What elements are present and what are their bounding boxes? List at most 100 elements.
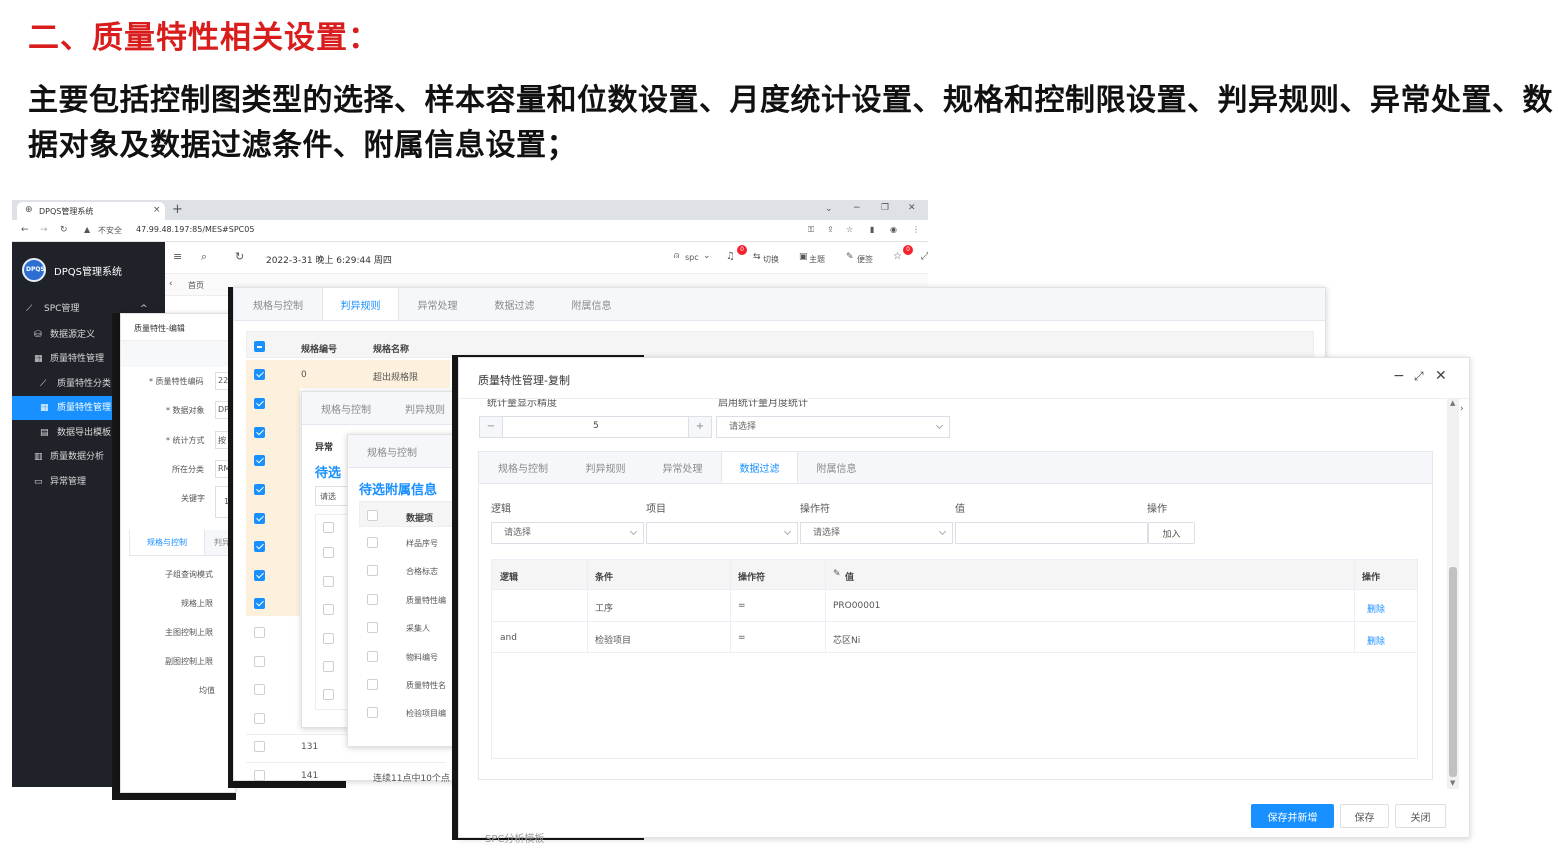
search-icon[interactable]: ⌕ — [201, 250, 207, 264]
pen-icon[interactable]: ✎ — [846, 252, 854, 262]
anomaly-checkbox[interactable] — [323, 547, 334, 558]
note-button[interactable]: 便签 — [857, 254, 873, 265]
bookmark-icon[interactable]: ☆ — [846, 225, 853, 234]
menu-icon[interactable]: ⋮ — [912, 225, 920, 234]
attach-checkbox[interactable] — [367, 565, 378, 576]
copy-tab-filter[interactable]: 数据过滤 — [721, 452, 798, 483]
minimize-icon[interactable]: − — [853, 203, 861, 213]
save-button[interactable]: 保存 — [1340, 804, 1389, 828]
save-and-new-button[interactable]: 保存并新增 — [1251, 804, 1334, 828]
row-checkbox[interactable] — [254, 369, 265, 380]
copy-tab-rules[interactable]: 判异规则 — [567, 452, 644, 483]
profile-icon[interactable]: ◉ — [890, 225, 897, 234]
row-checkbox[interactable] — [254, 427, 265, 438]
sidebar-icon[interactable]: ▮ — [870, 225, 874, 234]
attach-checkbox[interactable] — [367, 651, 378, 662]
maximize-icon[interactable]: ⤢ — [1414, 369, 1424, 384]
star-icon[interactable]: ☆ — [893, 251, 902, 262]
attach-tab-spec[interactable]: 规格与控制 — [348, 435, 436, 467]
filter-operator-select[interactable]: 请选择 — [800, 522, 953, 544]
forward-icon[interactable]: → — [40, 225, 48, 235]
anomaly-checkbox[interactable] — [323, 689, 334, 700]
theme-button[interactable]: 主题 — [809, 254, 825, 265]
switch-icon[interactable]: ⇆ — [753, 252, 761, 262]
row-checkbox[interactable] — [254, 656, 265, 667]
anomaly-checkbox[interactable] — [323, 576, 334, 587]
stepper-plus-button[interactable]: + — [688, 417, 711, 437]
user-icon[interactable]: ⍝ — [674, 251, 679, 261]
refresh-icon[interactable]: ↻ — [235, 250, 244, 263]
monthly-stat-select[interactable]: 请选择 — [716, 416, 950, 438]
attach-checkbox[interactable] — [367, 622, 378, 633]
browser-tab[interactable]: ⊕ DPQS管理系统 × — [17, 202, 165, 220]
filter-logic-select[interactable]: 请选择 — [491, 522, 644, 544]
switch-button[interactable]: 切换 — [763, 254, 779, 265]
add-filter-button[interactable]: 加入 — [1148, 522, 1195, 544]
anomaly-checkbox[interactable] — [323, 604, 334, 615]
close-button[interactable]: 关闭 — [1395, 804, 1446, 828]
row-checkbox[interactable] — [254, 598, 265, 609]
maximize-icon[interactable]: ❐ — [881, 203, 889, 213]
bell-icon[interactable]: ♫ — [726, 251, 735, 262]
reload-icon[interactable]: ↻ — [60, 225, 68, 235]
rules-tab-rules[interactable]: 判异规则 — [322, 288, 399, 320]
stepper-minus-button[interactable]: − — [480, 417, 503, 437]
attach-checkbox[interactable] — [367, 679, 378, 690]
row-checkbox[interactable] — [254, 684, 265, 695]
theme-icon[interactable]: ▣ — [799, 252, 808, 262]
anomaly-checkbox[interactable] — [323, 633, 334, 644]
row-checkbox[interactable] — [254, 627, 265, 638]
edit-tab-spec[interactable]: 规格与控制 — [129, 530, 205, 555]
minimize-icon[interactable]: − — [1393, 368, 1405, 384]
row-checkbox[interactable] — [254, 741, 265, 752]
attach-checkbox[interactable] — [367, 594, 378, 605]
anomaly-tab-spec[interactable]: 规格与控制 — [302, 392, 390, 424]
row-checkbox[interactable] — [254, 398, 265, 409]
row-checkbox[interactable] — [254, 713, 265, 724]
security-label[interactable]: 不安全 — [98, 225, 122, 236]
row-checkbox[interactable] — [254, 484, 265, 495]
url-field[interactable]: 47.99.48.197:85/MES#SPC05 — [136, 225, 254, 234]
row-checkbox[interactable] — [254, 570, 265, 581]
chevron-down-icon[interactable]: ⌄ — [825, 204, 833, 214]
sidebar-item-quality-manage[interactable]: ▦ 质量特性管理 — [12, 396, 112, 420]
rules-tab-attach[interactable]: 附属信息 — [553, 288, 630, 320]
scroll-down-icon[interactable]: ▼ — [1450, 779, 1455, 787]
rules-tab-filter[interactable]: 数据过滤 — [476, 288, 553, 320]
delete-row-link[interactable]: 删除 — [1367, 602, 1385, 615]
chevron-down-icon[interactable]: ⌄ — [703, 251, 711, 261]
chevron-left-icon[interactable]: ‹ — [169, 279, 173, 289]
scroll-up-icon[interactable]: ▲ — [1450, 399, 1455, 407]
row-checkbox[interactable] — [254, 455, 265, 466]
precision-stepper[interactable]: − 5 + — [479, 416, 712, 438]
close-icon[interactable]: ✕ — [1435, 368, 1447, 384]
back-icon[interactable]: ← — [21, 225, 29, 235]
filter-value-input[interactable] — [955, 522, 1148, 544]
share-icon[interactable]: ⇪ — [827, 225, 834, 234]
copy-tab-attach[interactable]: 附属信息 — [798, 452, 875, 483]
anomaly-checkbox[interactable] — [323, 661, 334, 672]
row-checkbox[interactable] — [254, 513, 265, 524]
scrollbar-thumb[interactable] — [1449, 567, 1457, 777]
close-window-icon[interactable]: ✕ — [908, 203, 916, 213]
copy-tab-anomaly[interactable]: 异常处理 — [644, 452, 721, 483]
row-checkbox[interactable] — [254, 541, 265, 552]
select-all-checkbox[interactable] — [254, 341, 265, 352]
close-tab-icon[interactable]: × — [153, 205, 161, 215]
delete-row-link[interactable]: 删除 — [1367, 634, 1385, 647]
anomaly-tab-rules[interactable]: 判异规则 — [390, 392, 460, 424]
attach-checkbox[interactable] — [367, 537, 378, 548]
hamburger-icon[interactable]: ≡ — [173, 250, 182, 263]
rules-tab-spec[interactable]: 规格与控制 — [234, 288, 322, 320]
dialog-scrollbar[interactable]: ▲ ▼ — [1447, 399, 1459, 789]
key-icon[interactable]: ⚿ — [808, 225, 814, 235]
anomaly-checkbox[interactable] — [323, 522, 334, 533]
new-tab-icon[interactable]: + — [172, 203, 183, 216]
attach-checkbox[interactable] — [367, 707, 378, 718]
chevron-right-icon[interactable]: › — [1460, 404, 1464, 414]
breadcrumb-home[interactable]: 首页 — [188, 280, 204, 291]
row-checkbox[interactable] — [254, 770, 265, 781]
copy-tab-spec[interactable]: 规格与控制 — [479, 452, 567, 483]
attach-select-all-checkbox[interactable] — [367, 510, 378, 521]
user-name[interactable]: spc — [685, 253, 699, 262]
